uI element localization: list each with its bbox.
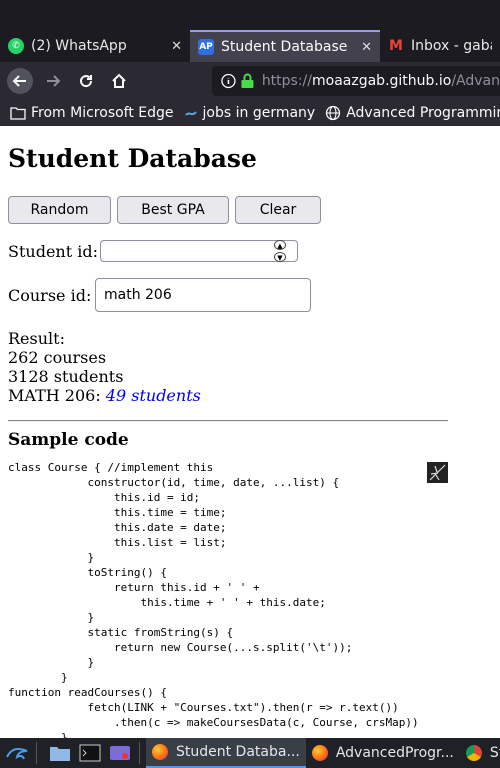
navigation-bar: https://moaazgab.github.io/Advan: [0, 62, 500, 100]
forward-button[interactable]: [40, 68, 66, 94]
taskbar-separator: [139, 742, 140, 764]
number-spinner[interactable]: ▲ ▼: [273, 240, 287, 262]
sample-code-heading: Sample code: [8, 430, 129, 450]
course-id-value: math 206: [104, 287, 172, 303]
screen-recorder-button[interactable]: [107, 740, 133, 766]
tab-label: (2) WhatsApp: [31, 38, 127, 54]
forward-arrow-icon: [47, 75, 61, 87]
home-icon: [112, 73, 126, 88]
student-id-label: Student id:: [8, 242, 98, 261]
reload-icon: [80, 75, 93, 88]
result-students: 3128 students: [8, 367, 124, 386]
random-button[interactable]: Random: [8, 196, 111, 224]
url-bar[interactable]: https://moaazgab.github.io/Advan: [212, 66, 500, 96]
firefox-icon: [152, 744, 168, 760]
reload-button[interactable]: [73, 68, 99, 94]
corner-image: [427, 462, 448, 483]
tab-whatsapp[interactable]: ✆ (2) WhatsApp ✕: [0, 30, 190, 62]
globe-icon: [326, 105, 341, 121]
home-button[interactable]: [106, 68, 132, 94]
bookmark-jobs-in-germany[interactable]: jobs in germany: [184, 105, 316, 121]
page-title: Student Database: [8, 144, 257, 173]
sample-code-block: class Course { //implement this construc…: [8, 461, 419, 738]
task-chrome[interactable]: Stu: [460, 738, 500, 768]
task-student-database[interactable]: Student Databa...: [146, 738, 306, 768]
result-courses: 262 courses: [8, 348, 107, 367]
spin-down-icon[interactable]: ▼: [274, 252, 286, 262]
bookmark-from-microsoft-edge[interactable]: From Microsoft Edge: [10, 105, 174, 121]
task-label: Stu: [489, 745, 500, 761]
tab-bar: ✆ (2) WhatsApp ✕ AP Student Database ✕ M…: [0, 30, 500, 62]
ap-icon: AP: [198, 39, 214, 55]
course-students-link[interactable]: 49 students: [106, 386, 201, 405]
terminal-button[interactable]: [77, 740, 103, 766]
task-label: Student Databa...: [176, 744, 300, 760]
corner-image-icon: [429, 464, 446, 481]
file-manager-button[interactable]: [47, 740, 73, 766]
bookmark-label: jobs in germany: [202, 105, 316, 121]
link-icon: [184, 111, 197, 116]
result-course-line: MATH 206: 49 students: [8, 386, 201, 405]
chrome-icon: [465, 745, 482, 761]
close-icon[interactable]: ✕: [361, 40, 372, 55]
result-label: Result:: [8, 329, 65, 348]
back-button[interactable]: [7, 68, 33, 94]
best-gpa-button[interactable]: Best GPA: [117, 196, 229, 224]
bookmark-label: Advanced Programmin...: [346, 105, 500, 121]
spin-up-icon[interactable]: ▲: [274, 240, 286, 250]
url-host: moaazgab.github.io: [312, 73, 452, 89]
task-label: AdvancedProgr...: [335, 745, 454, 761]
screen-recorder-icon: [110, 746, 130, 760]
back-arrow-icon: [12, 75, 26, 87]
student-id-input[interactable]: ▲ ▼: [100, 240, 298, 262]
taskbar-separator: [36, 742, 37, 764]
bookmarks-bar: From Microsoft Edge jobs in germany Adva…: [0, 100, 500, 126]
bookmark-advanced-programming[interactable]: Advanced Programmin...: [325, 105, 500, 121]
folder-icon: [10, 107, 26, 120]
clear-button[interactable]: Clear: [235, 196, 321, 224]
kali-dragon-icon: [6, 748, 28, 760]
tab-label: Inbox - gaball: [411, 38, 492, 54]
taskbar: Student Databa... AdvancedProgr... Stu: [0, 738, 500, 768]
bookmark-label: From Microsoft Edge: [31, 105, 174, 121]
tab-student-database[interactable]: AP Student Database ✕: [190, 30, 380, 62]
terminal-icon: [79, 744, 101, 762]
course-id-label: Course id:: [8, 286, 92, 305]
browser-top-strip: [0, 0, 500, 30]
divider: [8, 420, 448, 422]
info-icon[interactable]: [220, 73, 237, 89]
course-id-input[interactable]: math 206: [95, 278, 311, 312]
url-prefix: https://: [261, 73, 312, 89]
lock-icon: [241, 73, 254, 88]
whatsapp-icon: ✆: [8, 38, 24, 54]
tab-inbox[interactable]: M Inbox - gaball: [380, 30, 500, 62]
firefox-icon: [311, 745, 328, 761]
close-icon[interactable]: ✕: [171, 39, 182, 54]
url-path: /Advan: [451, 73, 500, 89]
result-block: Result: 262 courses 3128 students MATH 2…: [8, 329, 201, 405]
result-course-prefix: MATH 206:: [8, 386, 101, 405]
tab-label: Student Database: [221, 39, 348, 55]
task-advanced-programming[interactable]: AdvancedProgr...: [306, 738, 460, 768]
folder-icon: [50, 747, 70, 761]
start-menu-button[interactable]: [4, 740, 30, 766]
page-content: Student Database Random Best GPA Clear S…: [0, 126, 500, 738]
gmail-icon: M: [389, 38, 403, 54]
